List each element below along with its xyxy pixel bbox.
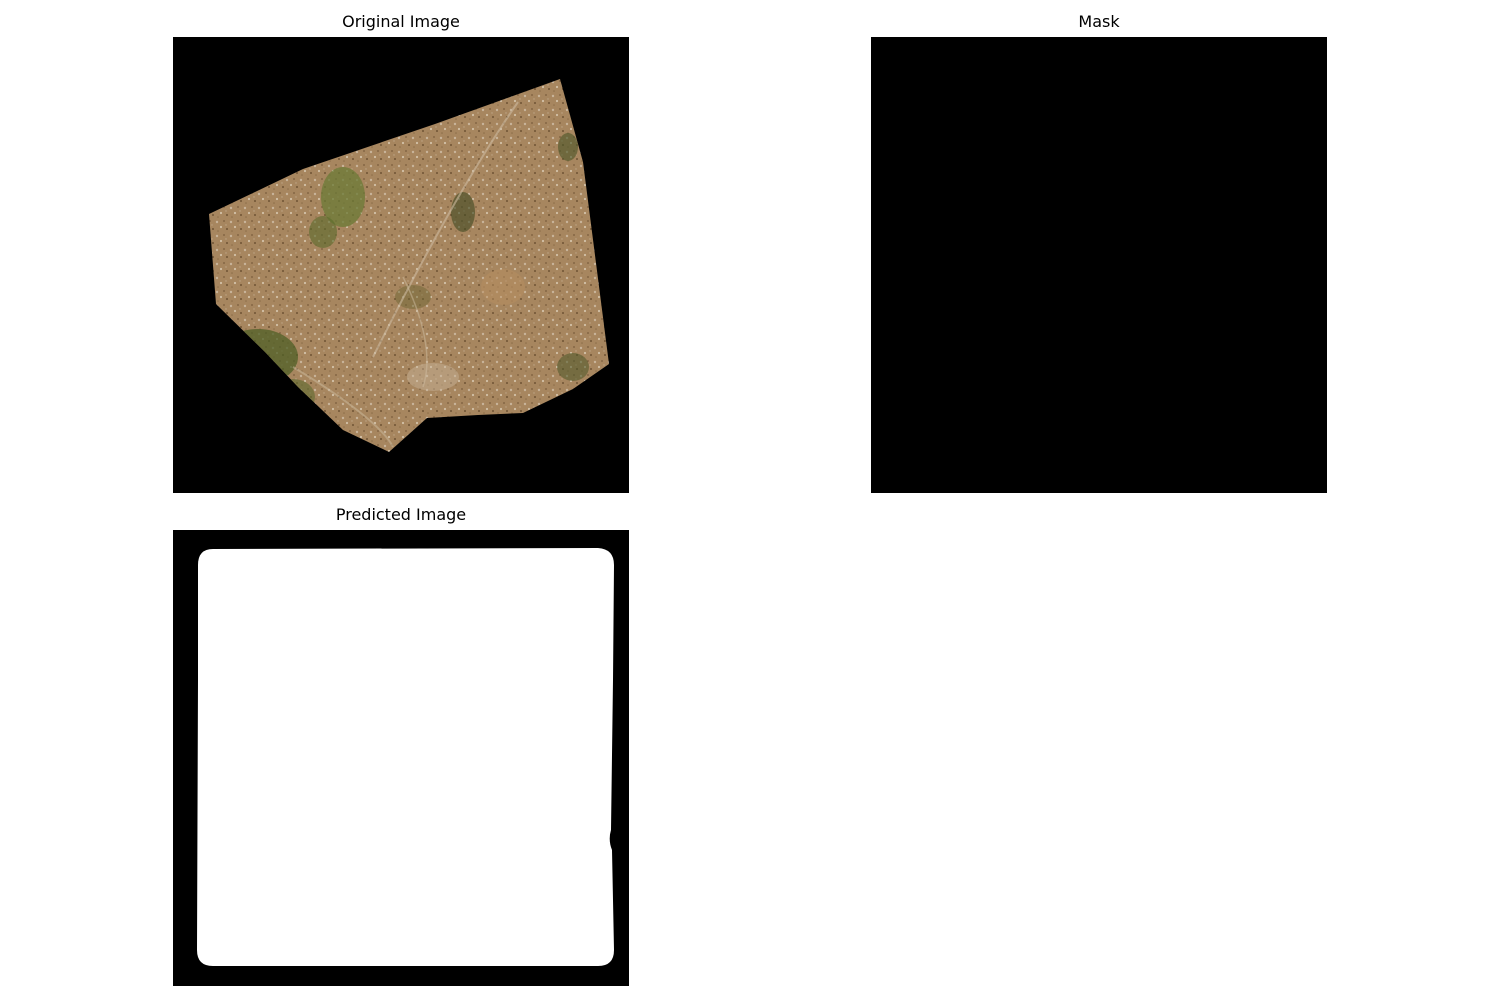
mask-panel bbox=[871, 37, 1327, 493]
original-image-panel bbox=[173, 37, 629, 493]
predicted-region bbox=[197, 548, 614, 966]
mask-image bbox=[871, 37, 1327, 493]
predicted-image-title: Predicted Image bbox=[335, 505, 467, 524]
predicted-mask-image bbox=[173, 530, 629, 986]
original-image-title: Original Image bbox=[342, 12, 460, 31]
predicted-image-panel bbox=[173, 530, 629, 986]
aerial-terrain-image bbox=[173, 37, 629, 493]
mask-title: Mask bbox=[1078, 12, 1120, 31]
